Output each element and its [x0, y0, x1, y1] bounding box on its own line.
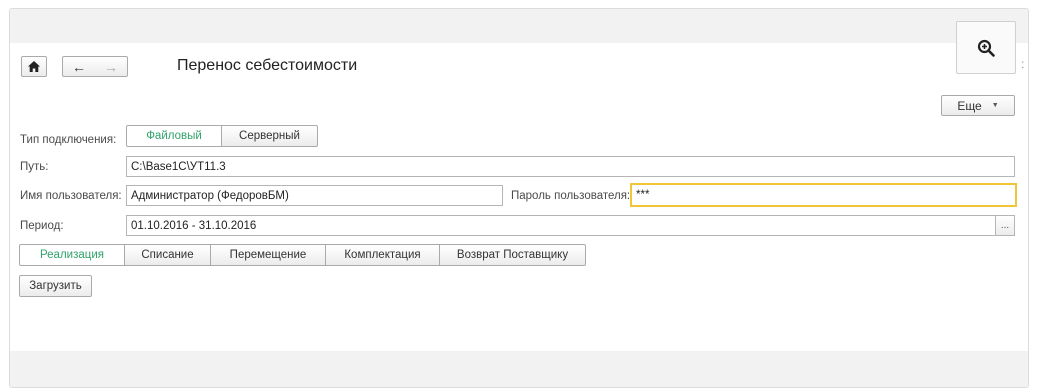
password-field[interactable]: ***: [630, 183, 1017, 207]
username-field[interactable]: Администратор (ФедоровБМ): [126, 185, 503, 206]
connection-option-file[interactable]: Файловый: [126, 125, 222, 147]
connection-type-label: Тип подключения:: [20, 134, 117, 146]
home-button[interactable]: [21, 56, 47, 77]
tab-transfer[interactable]: Перемещение: [211, 244, 326, 266]
home-icon: [28, 61, 40, 72]
connection-option-server[interactable]: Серверный: [222, 125, 318, 147]
username-label: Имя пользователя:: [20, 190, 122, 202]
zoom-in-icon: [977, 39, 995, 57]
back-button[interactable]: ←: [63, 57, 95, 76]
connection-type-switch: Файловый Серверный: [126, 125, 318, 147]
period-field[interactable]: 01.10.2016 - 31.10.2016 ...: [126, 215, 1015, 236]
tab-assembly[interactable]: Комплектация: [326, 244, 440, 266]
period-select-button[interactable]: ...: [995, 216, 1014, 235]
period-label: Период:: [20, 220, 64, 232]
navigation-arrows: ← →: [62, 56, 128, 77]
chevron-down-icon: ▼: [991, 102, 999, 109]
zoom-button[interactable]: [956, 21, 1016, 74]
more-button[interactable]: Еще ▼: [941, 95, 1015, 116]
arrow-right-icon: →: [104, 58, 118, 75]
tab-sales[interactable]: Реализация: [19, 244, 125, 266]
page-title: Перенос себестоимости: [177, 57, 358, 74]
tab-supplier-return[interactable]: Возврат Поставщику: [440, 244, 586, 266]
title-colon: :: [1021, 57, 1025, 71]
more-label: Еще: [957, 98, 982, 113]
arrow-left-icon: ←: [72, 58, 86, 75]
load-button[interactable]: Загрузить: [19, 275, 92, 297]
bottom-panel: [10, 351, 1028, 387]
forward-button[interactable]: →: [95, 57, 127, 76]
period-value: 01.10.2016 - 31.10.2016: [131, 219, 257, 232]
password-label: Пароль пользователя:: [511, 190, 631, 202]
document-tabs: Реализация Списание Перемещение Комплект…: [19, 244, 586, 266]
path-field[interactable]: C:\Base1C\УТ11.3: [126, 156, 1015, 177]
form-window: ← → Перенос себестоимости : Еще ▼ Тип по…: [9, 8, 1029, 388]
tab-writeoff[interactable]: Списание: [125, 244, 211, 266]
top-panel: [10, 9, 1028, 43]
path-label: Путь:: [20, 161, 49, 173]
